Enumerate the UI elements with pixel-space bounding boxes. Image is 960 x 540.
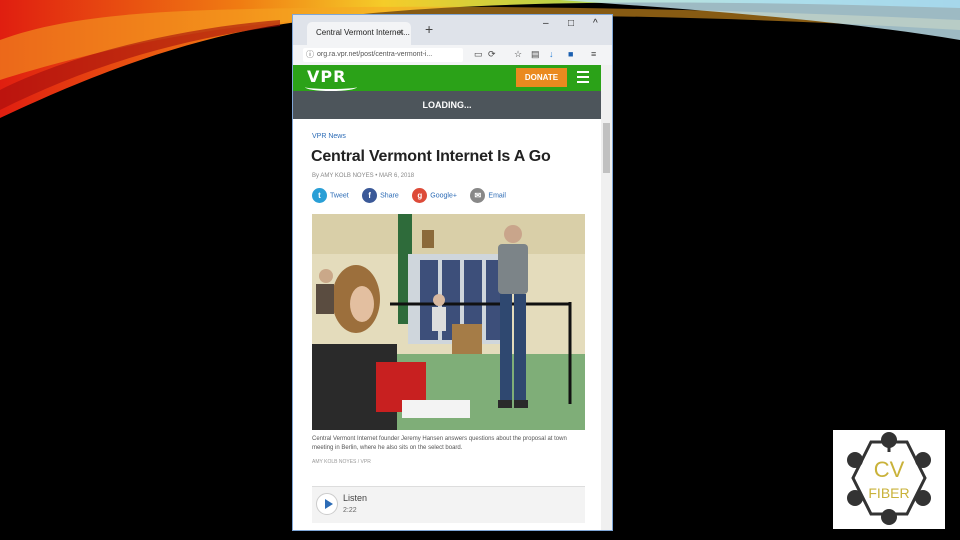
navigation-toolbar: ⓘ org.ra.vpr.net/post/centra-vermont-i..…	[293, 45, 612, 66]
new-tab-button[interactable]: +	[425, 21, 433, 37]
tab-title: Central Vermont Internet...	[316, 28, 410, 37]
listen-label: Listen	[343, 493, 368, 503]
section-link[interactable]: VPR News	[312, 133, 346, 140]
close-window-icon[interactable]: ^	[593, 18, 598, 29]
scrollbar[interactable]	[601, 65, 612, 530]
vpr-header: VPR DONATE	[293, 65, 601, 91]
play-icon[interactable]	[316, 493, 338, 515]
menu-icon[interactable]: ≡	[591, 49, 596, 59]
extension-icon[interactable]: ■	[568, 49, 573, 59]
cv-text: CV	[874, 457, 905, 482]
cv-fiber-logo: CV FIBER	[833, 430, 945, 529]
article-byline: By AMY KOLB NOYES • MAR 6, 2018	[312, 173, 415, 179]
close-tab-icon[interactable]: ×	[399, 27, 404, 37]
loading-bar: LOADING...	[293, 91, 601, 119]
tweet-button[interactable]: t Tweet	[312, 188, 349, 204]
download-icon[interactable]: ↓	[549, 49, 554, 59]
address-bar[interactable]: ⓘ org.ra.vpr.net/post/centra-vermont-i..…	[303, 48, 463, 62]
url-text: org.ra.vpr.net/post/centra-vermont-i...	[317, 51, 433, 58]
cv-fiber-logo-graphic: CV FIBER	[847, 432, 931, 525]
email-button[interactable]: ✉ Email	[470, 188, 506, 204]
scrollbar-thumb[interactable]	[603, 123, 610, 173]
email-icon: ✉	[470, 188, 486, 204]
library-icon[interactable]: ▤	[531, 49, 540, 60]
browser-tab[interactable]: Central Vermont Internet... ×	[307, 22, 411, 45]
email-label: Email	[488, 192, 506, 200]
donate-button[interactable]: DONATE	[516, 68, 567, 87]
photo-credit: AMY KOLB NOYES / VPR	[312, 459, 371, 465]
facebook-share-button[interactable]: f Share	[362, 188, 399, 204]
minimize-icon[interactable]: –	[543, 18, 549, 29]
hamburger-menu-icon[interactable]	[577, 71, 589, 86]
share-buttons: t Tweet f Share g Google+ ✉ Email	[312, 187, 515, 204]
fiber-text: FIBER	[868, 485, 909, 501]
reader-view-icon[interactable]: ▭	[474, 49, 483, 60]
vpr-logo-swoop	[305, 83, 357, 91]
maximize-icon[interactable]: □	[568, 18, 574, 29]
web-page: VPR DONATE LOADING... VPR News Central V…	[293, 65, 601, 530]
article-photo	[312, 214, 585, 430]
audio-duration: 2:22	[343, 507, 357, 514]
info-icon[interactable]: ⓘ	[306, 48, 314, 62]
share-label: Share	[380, 192, 399, 200]
article-headline: Central Vermont Internet Is A Go	[311, 148, 551, 165]
photo-caption: Central Vermont Internet founder Jeremy …	[312, 436, 567, 451]
twitter-icon: t	[312, 188, 327, 204]
google-plus-label: Google+	[430, 192, 457, 200]
audio-player: Listen 2:22	[312, 486, 585, 523]
tweet-label: Tweet	[330, 192, 349, 200]
google-plus-icon: g	[412, 188, 428, 204]
google-plus-button[interactable]: g Google+	[412, 188, 457, 204]
reload-icon[interactable]: ⟳	[488, 49, 496, 60]
tab-bar: Central Vermont Internet... × + – □ ^	[293, 15, 612, 45]
browser-window: Central Vermont Internet... × + – □ ^ ⓘ …	[292, 14, 613, 531]
bookmark-star-icon[interactable]: ☆	[514, 49, 522, 60]
facebook-icon: f	[362, 188, 378, 204]
